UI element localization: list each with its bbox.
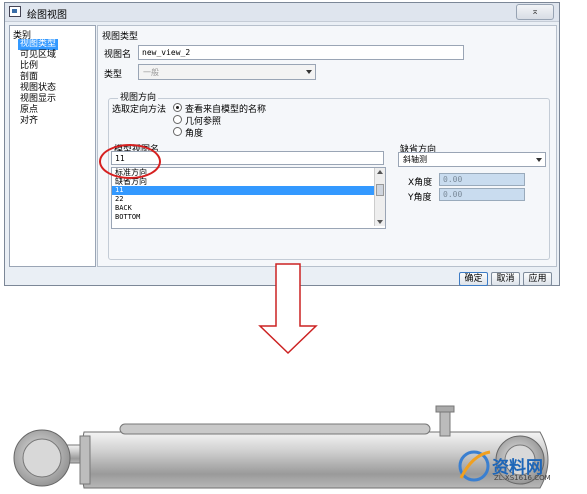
watermark-url: ZL.XS1616.COM (494, 474, 551, 482)
hydraulic-cylinder-image (13, 405, 549, 489)
down-arrow-icon (258, 263, 318, 355)
illustration-layer (13, 263, 549, 489)
